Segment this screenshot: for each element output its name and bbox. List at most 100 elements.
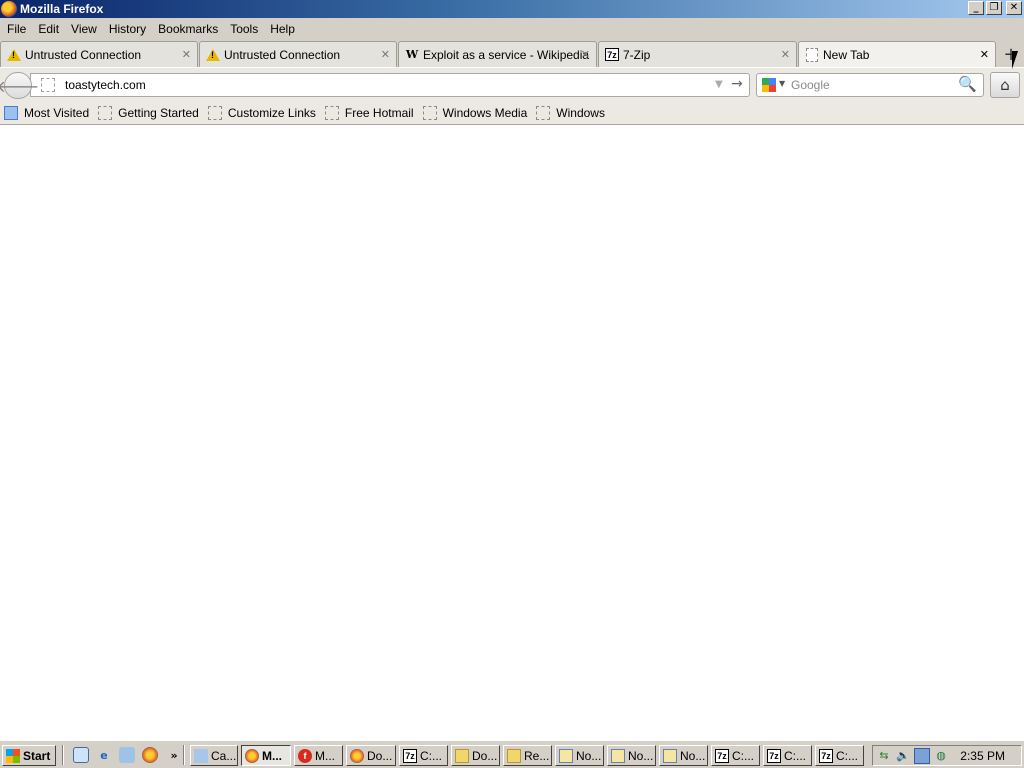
display-icon[interactable]	[914, 747, 930, 764]
taskbar-button-downloads[interactable]: Do...	[346, 745, 396, 766]
folder-icon	[507, 748, 521, 763]
taskbar-button-label: C:...	[732, 748, 755, 763]
taskbar-button-7zip-3[interactable]: 7z C:...	[763, 745, 812, 766]
tab-untrusted-connection-2[interactable]: Untrusted Connection ✕	[199, 41, 397, 67]
minimize-button[interactable]: _	[968, 1, 984, 15]
search-engine-dropdown-icon[interactable]: ▼	[779, 79, 785, 88]
blank-page-icon	[98, 105, 113, 120]
window-icon	[194, 748, 208, 763]
tab-exploit-wikipedia[interactable]: W Exploit as a service - Wikipedia ✕	[398, 41, 597, 67]
menu-help[interactable]: Help	[264, 22, 301, 36]
firefox-logo-icon	[1, 1, 17, 17]
internet-explorer-icon[interactable]: e	[96, 747, 112, 763]
globe-icon[interactable]: ◍	[933, 748, 949, 764]
back-button[interactable]: 🡐	[0, 72, 39, 99]
menu-bookmarks[interactable]: Bookmarks	[152, 22, 224, 36]
google-icon[interactable]	[762, 78, 776, 92]
taskbar-separator	[183, 745, 185, 765]
tab-untrusted-connection-1[interactable]: Untrusted Connection ✕	[0, 41, 198, 67]
taskbar-button-notepad-2[interactable]: No...	[607, 745, 656, 766]
tab-title: 7-Zip	[623, 47, 651, 62]
navigation-toolbar: ▼ → 🡐 ▼ 🔍 ⌂	[0, 67, 1024, 101]
windows-logo-icon	[6, 748, 20, 763]
show-desktop-icon[interactable]	[73, 747, 89, 763]
start-button[interactable]: Start	[2, 745, 56, 766]
blank-page-icon	[324, 105, 339, 120]
search-input[interactable]	[791, 77, 951, 93]
taskbar-button-label: C:...	[784, 748, 807, 763]
close-window-button[interactable]: ✕	[1006, 1, 1022, 15]
taskbar-button-firefox[interactable]: M...	[241, 745, 291, 766]
home-icon: ⌂	[1000, 76, 1010, 94]
bookmark-most-visited[interactable]: Most Visited	[4, 105, 89, 120]
back-arrow-icon: 🡐	[0, 76, 40, 96]
url-bar[interactable]: ▼ →	[30, 73, 750, 97]
volume-icon[interactable]: 🔈	[895, 748, 911, 764]
firefox-icon	[350, 748, 364, 763]
menu-file[interactable]: File	[1, 22, 32, 36]
taskbar-button-label: Do...	[367, 748, 393, 763]
tab-new-tab[interactable]: New Tab ✕	[798, 41, 996, 68]
tab-7zip[interactable]: 7z 7-Zip ✕	[598, 41, 797, 67]
taskbar-button-label: M...	[262, 748, 282, 763]
new-tab-button[interactable]: +	[999, 42, 1023, 66]
url-input[interactable]	[65, 76, 705, 94]
tab-title: New Tab	[823, 48, 870, 62]
blank-page-icon	[422, 105, 437, 120]
tab-close-icon[interactable]: ✕	[581, 48, 590, 61]
bookmark-free-hotmail[interactable]: Free Hotmail	[324, 105, 414, 120]
tab-close-icon[interactable]: ✕	[781, 48, 790, 61]
bookmark-getting-started[interactable]: Getting Started	[98, 105, 199, 120]
menu-history[interactable]: History	[103, 22, 152, 36]
page-content[interactable]	[0, 126, 1024, 740]
bookmark-label: Customize Links	[227, 105, 316, 120]
site-identity-icon[interactable]	[41, 78, 55, 92]
network-icon[interactable]: ⇆	[876, 748, 892, 764]
quicklaunch-more-icon[interactable]: »	[166, 747, 182, 763]
search-icon[interactable]: 🔍	[958, 75, 977, 93]
go-arrow-icon[interactable]: →	[731, 76, 743, 92]
bookmark-label: Free Hotmail	[344, 105, 414, 120]
firefox-quicklaunch-icon[interactable]	[142, 747, 158, 763]
search-bar[interactable]: ▼ 🔍	[756, 73, 984, 97]
taskbar: Start e » Ca... M... f M... Do... 7z C:.…	[0, 740, 1024, 768]
taskbar-button-7zip-2[interactable]: 7z C:...	[711, 745, 760, 766]
flash-icon: f	[298, 748, 312, 763]
taskbar-button-folder-do[interactable]: Do...	[451, 745, 500, 766]
7zip-icon: 7z	[767, 748, 781, 763]
restore-button[interactable]: ❐	[986, 1, 1002, 15]
clock[interactable]: 2:35 PM	[960, 749, 1005, 763]
bookmarks-toolbar: Most Visited Getting Started Customize L…	[0, 101, 1024, 125]
taskbar-button-calc[interactable]: Ca...	[190, 745, 238, 766]
start-label: Start	[23, 748, 51, 763]
tab-close-icon[interactable]: ✕	[381, 48, 390, 61]
taskbar-button-label: Re...	[524, 748, 550, 763]
warning-icon	[206, 48, 220, 62]
menu-edit[interactable]: Edit	[32, 22, 65, 36]
7zip-icon: 7z	[403, 748, 417, 763]
taskbar-button-flash[interactable]: f M...	[294, 745, 343, 766]
taskbar-button-label: Do...	[472, 748, 498, 763]
blank-page-icon	[805, 48, 819, 62]
outlook-express-icon[interactable]	[119, 747, 135, 763]
taskbar-button-label: No...	[576, 748, 602, 763]
home-button[interactable]: ⌂	[990, 72, 1020, 98]
taskbar-button-notepad-1[interactable]: No...	[555, 745, 604, 766]
bookmark-customize-links[interactable]: Customize Links	[207, 105, 316, 120]
tab-close-icon[interactable]: ✕	[980, 48, 989, 61]
taskbar-button-7zip-4[interactable]: 7z C:...	[815, 745, 864, 766]
taskbar-button-notepad-3[interactable]: No...	[659, 745, 708, 766]
7zip-icon: 7z	[819, 748, 833, 763]
tab-title: Exploit as a service - Wikipedia	[423, 47, 590, 62]
bookmark-windows-media[interactable]: Windows Media	[422, 105, 527, 120]
tab-strip: Untrusted Connection ✕ Untrusted Connect…	[0, 39, 1024, 68]
menu-tools[interactable]: Tools	[224, 22, 264, 36]
tab-close-icon[interactable]: ✕	[182, 48, 191, 61]
taskbar-button-label: C:...	[420, 748, 443, 763]
menu-bar: File Edit View History Bookmarks Tools H…	[0, 18, 1024, 39]
taskbar-button-folder-re[interactable]: Re...	[503, 745, 552, 766]
url-dropdown-icon[interactable]: ▼	[715, 79, 723, 90]
taskbar-button-7zip-1[interactable]: 7z C:...	[399, 745, 448, 766]
menu-view[interactable]: View	[65, 22, 103, 36]
bookmark-windows[interactable]: Windows	[536, 105, 605, 120]
